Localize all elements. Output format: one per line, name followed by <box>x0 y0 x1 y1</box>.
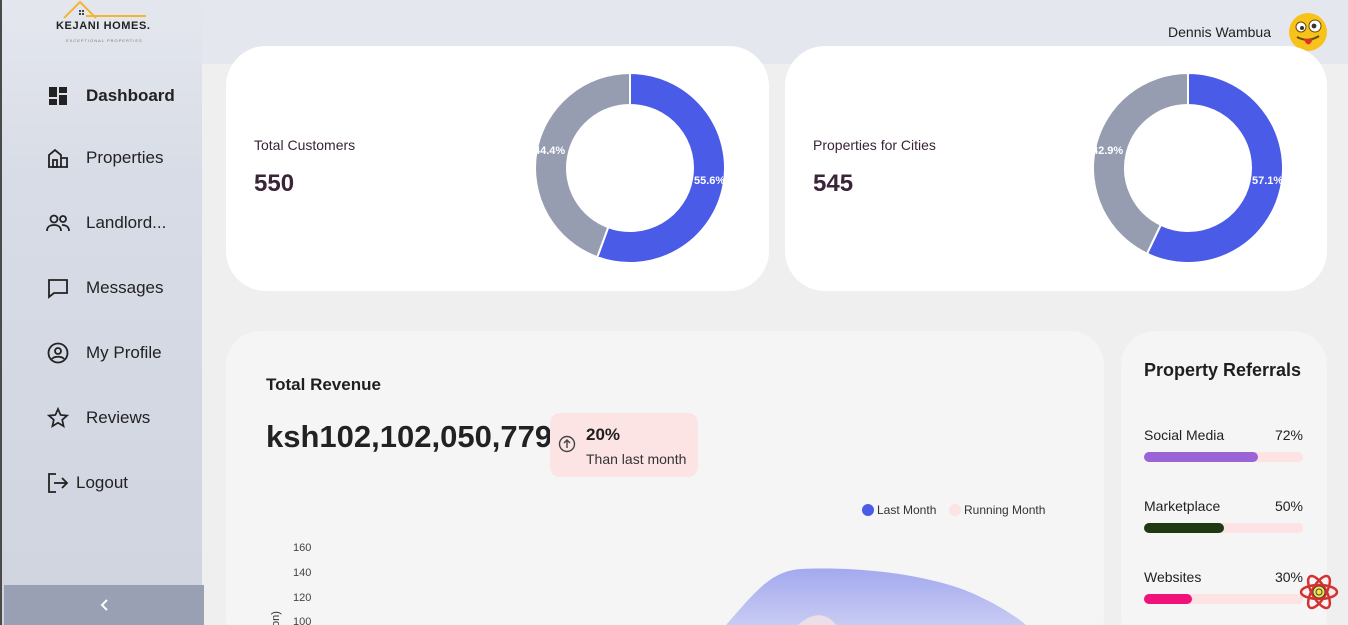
dashboard-icon <box>46 84 70 108</box>
brand-tagline: EXCEPTIONAL PROPERTIES <box>66 38 143 43</box>
stat-label: Total Customers <box>254 137 356 153</box>
message-icon <box>46 276 70 300</box>
sidebar-item-logout[interactable]: Logout <box>46 470 128 496</box>
logout-icon <box>46 471 70 495</box>
donut-slice-secondary[interactable] <box>1092 72 1189 256</box>
revenue-area-chart <box>726 568 1026 625</box>
referral-progress-fill <box>1144 594 1192 604</box>
referral-name: Marketplace <box>1144 498 1221 514</box>
sidebar-item-my-profile[interactable]: My Profile <box>46 340 162 366</box>
sidebar-item-landlords[interactable]: Landlord... <box>46 210 166 236</box>
property-referrals-card: Property Referrals Social Media 72% Mark… <box>1121 331 1327 625</box>
stat-value: 545 <box>813 170 854 197</box>
sidebar: KEJANI HOMES. EXCEPTIONAL PROPERTIES Das… <box>0 0 204 625</box>
chevron-left-icon <box>100 599 108 611</box>
customers-donut-chart: 55.6% 44.4% <box>534 72 726 264</box>
properties-cities-card: Properties for Cities 545 57.1% 42.9% <box>785 46 1327 291</box>
sidebar-item-label: Messages <box>86 278 164 297</box>
sidebar-item-label: Reviews <box>86 408 151 427</box>
sidebar-item-dashboard[interactable]: Dashboard <box>46 83 175 109</box>
sidebar-item-label: Properties <box>86 148 164 167</box>
user-circle-icon <box>46 341 70 365</box>
donut-label-secondary: 44.4% <box>534 145 565 157</box>
sidebar-item-label: My Profile <box>86 343 162 362</box>
donut-label-primary: 55.6% <box>694 175 725 187</box>
referrals-title: Property Referrals <box>1144 360 1302 380</box>
total-customers-card: Total Customers 550 55.6% 44.4% <box>226 46 769 291</box>
sidebar-item-properties[interactable]: Properties <box>46 145 163 171</box>
house-roof-icon <box>63 0 146 19</box>
stat-label: Properties for Cities <box>813 137 936 153</box>
stat-value: 550 <box>254 170 295 197</box>
referral-name: Social Media <box>1144 427 1225 443</box>
react-devtools-button[interactable] <box>1298 571 1340 613</box>
donut-label-secondary: 42.9% <box>1092 145 1123 157</box>
brand-name: KEJANI HOMES. <box>56 20 151 32</box>
referral-name: Websites <box>1144 569 1202 585</box>
sidebar-item-reviews[interactable]: Reviews <box>46 405 150 431</box>
referral-percent: 50% <box>1274 498 1303 514</box>
donut-label-primary: 57.1% <box>1252 175 1283 187</box>
sidebar-item-label: Landlord... <box>86 213 167 232</box>
building-icon <box>46 146 70 170</box>
brand-logo[interactable]: KEJANI HOMES. EXCEPTIONAL PROPERTIES <box>42 0 172 50</box>
star-icon <box>46 406 70 430</box>
sidebar-item-label: Dashboard <box>86 86 175 105</box>
referral-progress-track <box>1144 594 1303 604</box>
user-name[interactable]: Dennis Wambua <box>1168 24 1271 40</box>
referral-progress-fill <box>1144 452 1259 462</box>
referral-progress-fill <box>1144 523 1224 533</box>
react-devtools-icon <box>1299 574 1339 610</box>
referral-percent: 72% <box>1274 427 1303 443</box>
cities-donut-chart: 57.1% 42.9% <box>1092 72 1284 264</box>
sidebar-collapse-button[interactable] <box>4 585 204 625</box>
sidebar-item-label: Logout <box>76 473 128 492</box>
referral-progress-track <box>1144 523 1303 533</box>
sidebar-item-messages[interactable]: Messages <box>46 275 163 301</box>
total-revenue-card: Total Revenue ksh102,102,050,779 20% Tha… <box>226 331 1104 625</box>
users-icon <box>46 211 70 235</box>
referral-progress-track <box>1144 452 1303 462</box>
last-month-area <box>726 568 1026 625</box>
